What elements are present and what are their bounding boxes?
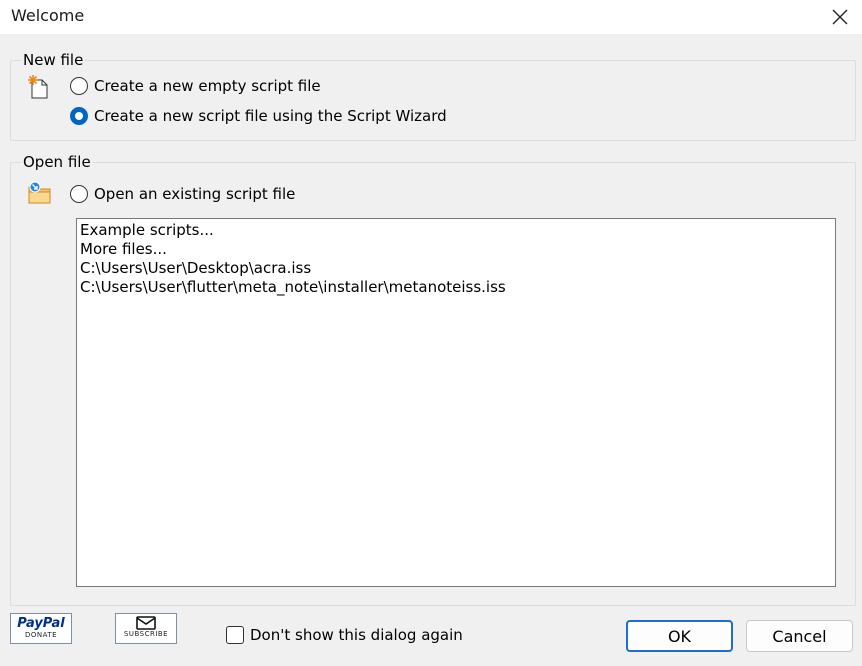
list-item[interactable]: C:\Users\User\flutter\meta_note\installe… bbox=[80, 278, 832, 297]
open-folder-icon bbox=[27, 181, 53, 209]
close-icon bbox=[832, 9, 848, 25]
checkbox[interactable] bbox=[226, 626, 244, 644]
open-existing-script-label: Open an existing script file bbox=[94, 185, 296, 203]
subscribe-caption: SUBSCRIBE bbox=[123, 630, 169, 638]
recent-files-list[interactable]: Example scripts... More files... C:\User… bbox=[76, 218, 836, 587]
paypal-logo: PayPal bbox=[17, 616, 65, 631]
window-title: Welcome bbox=[11, 6, 85, 25]
radio-button[interactable] bbox=[70, 77, 88, 95]
paypal-donate-caption: DONATE bbox=[24, 631, 58, 639]
create-empty-script-label: Create a new empty script file bbox=[94, 77, 321, 95]
list-item[interactable]: More files... bbox=[80, 240, 832, 259]
open-file-group-label: Open file bbox=[21, 153, 93, 171]
new-file-group bbox=[10, 60, 856, 141]
ok-button[interactable]: OK bbox=[626, 620, 733, 652]
dont-show-again-checkbox[interactable]: Don't show this dialog again bbox=[226, 626, 463, 644]
create-wizard-script-label: Create a new script file using the Scrip… bbox=[94, 107, 447, 125]
cancel-button[interactable]: Cancel bbox=[746, 620, 853, 652]
create-empty-script-radio[interactable]: Create a new empty script file bbox=[70, 77, 321, 95]
create-wizard-script-radio[interactable]: Create a new script file using the Scrip… bbox=[70, 107, 447, 125]
paypal-donate-button[interactable]: PayPal DONATE bbox=[10, 613, 72, 644]
list-item[interactable]: Example scripts... bbox=[80, 221, 832, 240]
subscribe-button[interactable]: SUBSCRIBE bbox=[115, 613, 177, 644]
welcome-dialog: Welcome New file Create a new empty scri… bbox=[0, 0, 862, 666]
radio-button-selected[interactable] bbox=[70, 107, 88, 125]
envelope-icon bbox=[136, 616, 156, 630]
list-item[interactable]: C:\Users\User\Desktop\acra.iss bbox=[80, 259, 832, 278]
new-document-icon bbox=[27, 74, 51, 104]
dont-show-again-label: Don't show this dialog again bbox=[250, 626, 463, 644]
open-existing-script-radio[interactable]: Open an existing script file bbox=[70, 185, 295, 203]
radio-button[interactable] bbox=[70, 185, 88, 203]
new-file-group-label: New file bbox=[21, 51, 86, 69]
close-button[interactable] bbox=[818, 0, 862, 34]
title-bar: Welcome bbox=[0, 0, 862, 34]
